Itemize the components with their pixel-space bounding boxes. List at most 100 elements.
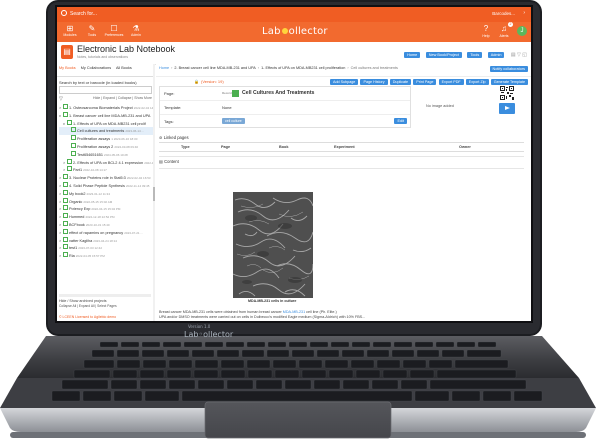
- col-owner: Owner: [459, 145, 471, 149]
- tree-item-label: Hummed: [69, 215, 85, 220]
- lock-icon[interactable]: 🔒: [194, 79, 199, 84]
- tree-item[interactable]: >2- Effects of UPA on BCL2 4.1 expressio…: [59, 158, 154, 167]
- tree-item-label: 1- Effects of UPA on MDA-MB231 cell prol…: [73, 121, 146, 126]
- play-video-button[interactable]: [499, 103, 515, 114]
- tree-search-input[interactable]: [59, 86, 152, 94]
- nav-alerts[interactable]: ♫ 2 Alerts: [497, 22, 513, 38]
- tree-item-label: vatter Kagliha: [69, 238, 93, 243]
- folder-icon: [63, 181, 68, 187]
- tree-item-date: 2022-11-14 09:45: [126, 183, 150, 188]
- tree-horizontal-scrollbar[interactable]: [59, 294, 151, 297]
- breadcrumb-experiment[interactable]: 1- Effects of UPA on MDA-MB231 cell prol…: [261, 66, 345, 70]
- tree-item[interactable]: > My book2 2023-01-12 11:34: [59, 189, 154, 198]
- user-avatar[interactable]: J: [517, 26, 527, 36]
- tree-item[interactable]: > Part1 2022-10-08 14:17: [59, 166, 154, 174]
- page-row: Page: Record A-1 Cell Cultures And Treat…: [160, 87, 410, 101]
- tree-item-date: 2023-01-12 11:34: [86, 191, 110, 196]
- col-type: Type: [181, 145, 190, 149]
- license-footer: © LCEEN Licensed to Agilebio demo: [59, 315, 117, 319]
- export-zip-button[interactable]: Export Zip: [465, 79, 489, 85]
- folder-icon: [63, 189, 68, 195]
- new-book-button[interactable]: New Book/Project: [425, 51, 462, 58]
- content-heading: ▤ Content: [159, 156, 524, 169]
- help-icon: ?: [483, 24, 489, 33]
- qr-code-icon[interactable]: [500, 86, 514, 100]
- tree-item-label: 2- Effects of UPA on BCL2 4.1 expression: [73, 160, 144, 165]
- folder-icon: [67, 158, 72, 164]
- tree-item[interactable]: > Hummed 2022-12-18 22:52 PM: [59, 213, 154, 221]
- tree-item[interactable]: Test654651651 2024-05-06 10:28: [59, 150, 154, 159]
- home-button[interactable]: Home: [404, 51, 421, 58]
- notify-collaborators-button[interactable]: Notify collaborators: [489, 66, 528, 72]
- tree-item[interactable]: v 1- Effects of UPA on MDA-MB231 cell pro…: [59, 119, 154, 128]
- template-row: Template: None: [160, 101, 410, 115]
- tree-item-date: 2022-02-04 14:20: [133, 106, 154, 110]
- tree-item[interactable]: Proliferation assays 2 2024-03-08 09:40: [59, 142, 154, 151]
- tree-item[interactable]: >1. Osteosarcoma Biomaterials Project 20…: [59, 104, 154, 112]
- main-navbar: ⊞ Modules ✎ Tools ☐ Preferences ⚗ Admin Lab o…: [57, 22, 531, 42]
- tree-item[interactable]: > effect of rapamins on pregnancy 2023-07…: [59, 228, 154, 237]
- bezel-logo: Lab◦ollector: [184, 330, 234, 339]
- global-search[interactable]: Search for...: [61, 10, 97, 17]
- header-utility-icons[interactable]: ▤ ▽ ◱: [511, 52, 527, 58]
- folder-icon: [63, 197, 68, 203]
- page-content: Home › 2. Breast cancer cell line MDA-MB-2…: [156, 64, 531, 321]
- breadcrumb: Home › 2. Breast cancer cell line MDA-MB-2…: [156, 64, 531, 77]
- tree-item[interactable]: > Potency Exp 2022-04-15 15:04 PM: [59, 205, 154, 213]
- folder-icon: [63, 104, 68, 109]
- tree-item[interactable]: > test1 2023-07-03 12:42: [59, 244, 154, 252]
- topbar-menu-icon[interactable]: ›: [523, 10, 525, 16]
- breadcrumb-home[interactable]: Home: [159, 66, 169, 70]
- version-label[interactable]: (Version: 19): [201, 79, 224, 84]
- nav-help[interactable]: ? Help: [479, 24, 493, 38]
- tree-view-options[interactable]: Hide | Expand | Collapse | Show More: [93, 96, 152, 100]
- add-subpage-button[interactable]: Add Subpage: [330, 79, 359, 85]
- nav-admin[interactable]: ⚗ Admin: [125, 24, 147, 38]
- tree-item[interactable]: Cell cultures and treatments 2023-06-14 …: [59, 127, 154, 136]
- template-label: Template:: [164, 105, 182, 110]
- cell-culture-micrograph: [233, 192, 313, 298]
- tree-toolbar: ▽ Hide | Expand | Collapse | Show More: [57, 94, 154, 104]
- tree-item-label: 3. Nuclear Proteins role in Stat5:3: [69, 176, 126, 181]
- folder-icon: [67, 119, 72, 125]
- linked-pages-table-header: Type Page Book Experiment Owner: [159, 142, 524, 152]
- col-book: Book: [279, 145, 289, 149]
- tag-chip[interactable]: cell culture: [222, 118, 245, 124]
- edit-tags-button[interactable]: Edit: [394, 118, 407, 124]
- generate-template-button[interactable]: Generate Template: [490, 79, 528, 85]
- tree-item[interactable]: v 1. Breast cancer cell line MDA-MB-231 a…: [59, 111, 154, 120]
- tree-item-label: Ria: [69, 254, 75, 259]
- tree-item[interactable]: Proliferation assays 1 2023-06-16 18:30: [59, 135, 154, 143]
- content-body-text: Breast cancer MDA-MB-231 cells were obta…: [159, 310, 366, 319]
- export-pdf-button[interactable]: Export PDF: [438, 79, 464, 85]
- tree-item-date: 2022-05-15 15:02 AM: [83, 199, 113, 204]
- page-history-button[interactable]: Page History: [360, 79, 388, 85]
- tree-item-date: 2022-02-04 16:53: [126, 176, 151, 181]
- page-name[interactable]: Cell Cultures And Treatments: [242, 90, 314, 96]
- tab-my-books[interactable]: My Books: [59, 66, 76, 70]
- folder-icon: [63, 213, 68, 219]
- tab-all-books[interactable]: All Books: [116, 66, 132, 70]
- tree-scrollbar-thumb[interactable]: [153, 187, 155, 201]
- nav-preferences[interactable]: ☐ Preferences: [103, 24, 125, 38]
- tree-item[interactable]: >4. Solid Phase Peptide Synthesis 2022-1…: [59, 181, 154, 190]
- nav-modules[interactable]: ⊞ Modules: [59, 24, 81, 38]
- barcode-search-label[interactable]: Barcodes...: [492, 11, 515, 16]
- admin-button[interactable]: Admin: [487, 51, 505, 58]
- cell-line-link[interactable]: MDA-MB-231: [283, 310, 305, 314]
- tree-item[interactable]: > vatter Kagliha 2023-04-24 18:14: [59, 236, 154, 245]
- print-page-button[interactable]: Print Page: [413, 79, 437, 85]
- nav-tools[interactable]: ✎ Tools: [81, 24, 103, 38]
- tree-item[interactable]: > Organic 2022-05-15 15:02 AM: [59, 197, 154, 206]
- tree-actions[interactable]: Collapse All | Expand All | Select Pages: [59, 304, 117, 308]
- page-title: Electronic Lab Notebook: [77, 44, 176, 54]
- breadcrumb-book[interactable]: 2. Breast cancer cell line MDA-MB-231 an…: [174, 66, 255, 70]
- tab-my-collaborations[interactable]: My Collaborations: [81, 66, 111, 70]
- archived-toggle[interactable]: Hide / Show archived projects: [59, 299, 107, 303]
- duplicate-button[interactable]: Duplicate: [389, 79, 412, 85]
- tree-item[interactable]: >3. Nuclear Proteins role in Stat5:3 202…: [59, 174, 154, 182]
- filter-icon[interactable]: ▽: [59, 96, 63, 102]
- tree-item[interactable]: > Ria 2022-04-05 15:57 PM: [59, 252, 154, 260]
- tree-item[interactable]: > BCFbook 2023-10-31 15:40: [59, 220, 154, 229]
- tools-button[interactable]: Tools: [467, 51, 483, 58]
